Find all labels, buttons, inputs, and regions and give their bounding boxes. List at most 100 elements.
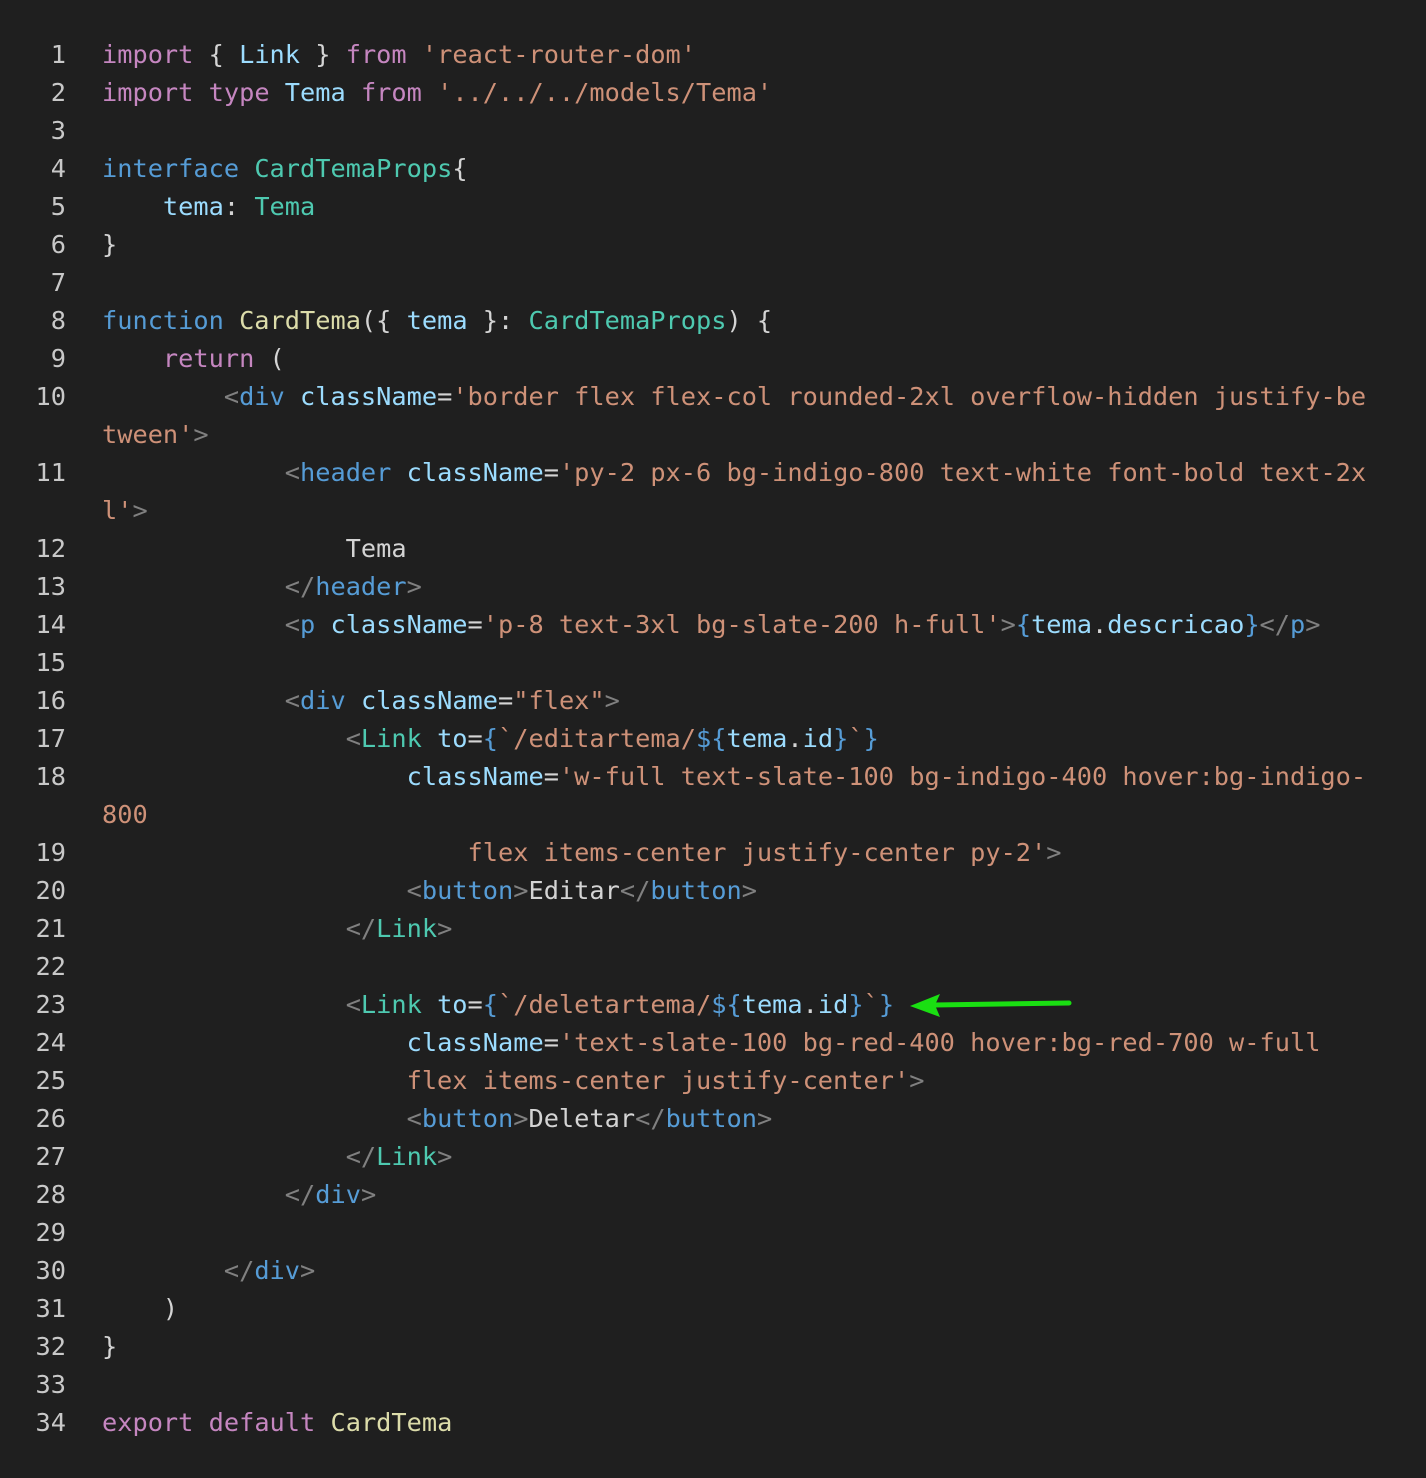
code-text: flex items-center justify-center'> xyxy=(102,1062,925,1100)
code-line[interactable]: 18 className='w-full text-slate-100 bg-i… xyxy=(0,758,1426,796)
code-line[interactable]: 27 </Link> xyxy=(0,1138,1426,1176)
code-line[interactable]: 26 <button>Deletar</button> xyxy=(0,1100,1426,1138)
line-number: 30 xyxy=(35,1256,66,1285)
code-text: } xyxy=(102,226,117,264)
code-line[interactable]: 7 xyxy=(0,264,1426,302)
code-token: tween' xyxy=(102,420,194,449)
code-editor[interactable]: 1 import { Link } from 'react-router-dom'… xyxy=(0,36,1426,1442)
code-line[interactable]: 19 flex items-center justify-center py-2… xyxy=(0,834,1426,872)
code-line[interactable]: 25 flex items-center justify-center'> xyxy=(0,1062,1426,1100)
code-token: = xyxy=(437,382,453,411)
code-token: . xyxy=(787,724,803,753)
code-token: div xyxy=(239,382,285,411)
code-token: > xyxy=(741,876,757,905)
code-line[interactable]: 3 xyxy=(0,112,1426,150)
code-line[interactable]: 23 <Link to={`/deletartema/${tema.id}`} xyxy=(0,986,1426,1024)
code-token: > xyxy=(1046,838,1062,867)
code-token: 'p-8 text-3xl bg-slate-200 h-full' xyxy=(482,610,1001,639)
code-line[interactable]: 11 <header className='py-2 px-6 bg-indig… xyxy=(0,454,1426,492)
code-line[interactable]: 29 xyxy=(0,1214,1426,1252)
code-token: Link xyxy=(239,40,301,69)
code-token: className xyxy=(330,610,468,639)
code-token: `/deletartema/ xyxy=(498,990,712,1019)
code-token: ` xyxy=(848,724,864,753)
code-line[interactable]: 33 xyxy=(0,1366,1426,1404)
code-text: <button>Deletar</button> xyxy=(102,1100,773,1138)
line-number: 4 xyxy=(50,154,66,183)
code-token: div xyxy=(315,1180,361,1209)
code-text: <div className='border flex flex-col rou… xyxy=(102,378,1366,416)
code-token: </ xyxy=(284,1180,316,1209)
code-token: CardTema xyxy=(239,306,361,335)
code-token: } xyxy=(102,230,118,259)
code-line[interactable]: 6} xyxy=(0,226,1426,264)
code-text: </Link> xyxy=(102,910,453,948)
code-line[interactable]: 8 function CardTema({ tema }: CardTemaPro… xyxy=(0,302,1426,340)
code-line[interactable]: 32} xyxy=(0,1328,1426,1366)
line-number: 28 xyxy=(35,1180,66,1209)
code-line[interactable]: tween'> xyxy=(0,416,1426,454)
code-line[interactable]: 2 import type Tema from '../../../models/… xyxy=(0,74,1426,112)
code-line[interactable]: 31 ) xyxy=(0,1290,1426,1328)
code-line[interactable]: 13 </header> xyxy=(0,568,1426,606)
code-token: import xyxy=(102,78,194,107)
code-token: < xyxy=(406,876,422,905)
code-token: button xyxy=(665,1104,757,1133)
code-token: </ xyxy=(619,876,651,905)
code-token: > xyxy=(437,1142,453,1171)
code-token: to xyxy=(437,990,468,1019)
line-number: 3 xyxy=(50,116,66,145)
code-text: </div> xyxy=(102,1252,315,1290)
code-line[interactable]: 24 className='text-slate-100 bg-red-400 … xyxy=(0,1024,1426,1062)
code-token: > xyxy=(360,1180,377,1209)
line-number: 33 xyxy=(35,1370,66,1399)
line-number: 29 xyxy=(35,1218,66,1247)
code-line[interactable]: l'> xyxy=(0,492,1426,530)
code-line[interactable]: 28 </div> xyxy=(0,1176,1426,1214)
code-token: Editar xyxy=(528,876,620,905)
line-number: 27 xyxy=(35,1142,66,1171)
code-line[interactable]: 30 </div> xyxy=(0,1252,1426,1290)
code-token: } xyxy=(863,724,879,753)
code-line[interactable]: 15 xyxy=(0,644,1426,682)
code-token: tema xyxy=(406,306,468,335)
code-text: <header className='py-2 px-6 bg-indigo-8… xyxy=(102,454,1366,492)
code-token: Link xyxy=(360,990,422,1019)
code-line[interactable]: 17 <Link to={`/editartema/${tema.id}`} xyxy=(0,720,1426,758)
line-number: 19 xyxy=(35,838,66,867)
code-token: 'py-2 px-6 bg-indigo-800 text-white font… xyxy=(558,458,1367,487)
code-line[interactable]: 10 <div className='border flex flex-col … xyxy=(0,378,1426,416)
code-line[interactable]: 20 <button>Editar</button> xyxy=(0,872,1426,910)
code-token: } xyxy=(1244,610,1260,639)
code-line[interactable]: 1 import { Link } from 'react-router-dom' xyxy=(0,36,1426,74)
code-line[interactable]: 12 Tema xyxy=(0,530,1426,568)
code-token: > xyxy=(193,420,209,449)
code-line[interactable]: 5 tema: Tema xyxy=(0,188,1426,226)
code-line[interactable]: 9 return ( xyxy=(0,340,1426,378)
code-line[interactable]: 21 </Link> xyxy=(0,910,1426,948)
code-text: tween'> xyxy=(102,416,209,454)
code-token: </ xyxy=(1259,610,1291,639)
code-token: . xyxy=(1092,610,1108,639)
code-line[interactable]: 16 <div className="flex"> xyxy=(0,682,1426,720)
code-line[interactable]: 34 export default CardTema xyxy=(0,1404,1426,1442)
code-token: return xyxy=(162,344,255,373)
code-token: < xyxy=(223,382,240,411)
code-line[interactable]: 800 xyxy=(0,796,1426,834)
code-token: </ xyxy=(223,1256,255,1285)
code-token: < xyxy=(345,724,361,753)
code-line[interactable]: 22 xyxy=(0,948,1426,986)
code-line[interactable]: 4 interface CardTemaProps{ xyxy=(0,150,1426,188)
code-line[interactable]: 14 <p className='p-8 text-3xl bg-slate-2… xyxy=(0,606,1426,644)
code-token: } xyxy=(833,724,849,753)
code-token: button xyxy=(650,876,742,905)
code-token: default xyxy=(208,1408,316,1437)
